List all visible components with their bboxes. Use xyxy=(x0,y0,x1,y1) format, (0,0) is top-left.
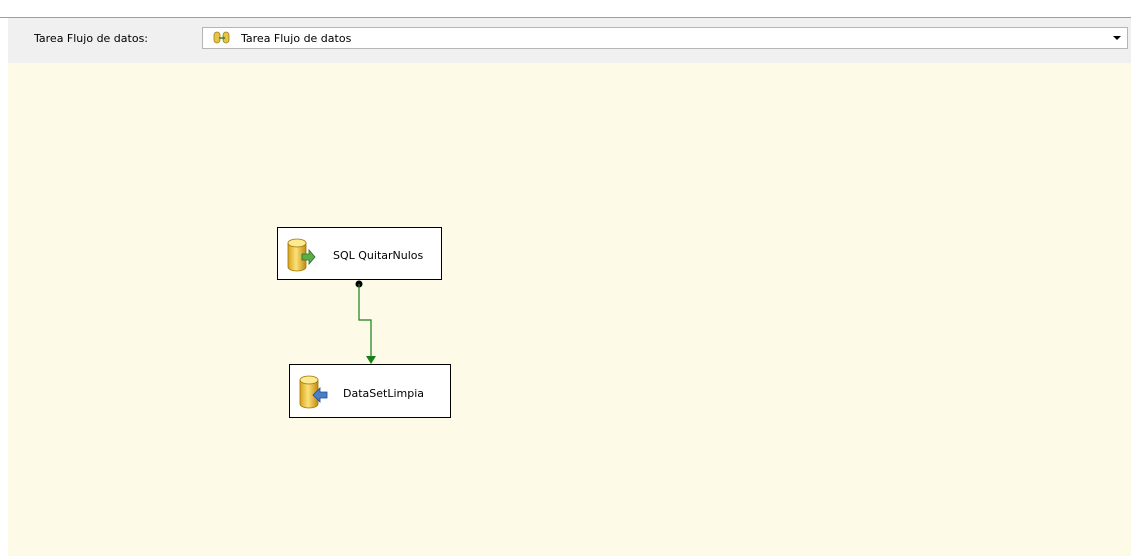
dropdown-arrow-icon[interactable] xyxy=(1113,36,1121,40)
task-selector-dropdown[interactable]: Tarea Flujo de datos xyxy=(202,27,1128,49)
ole-db-destination-icon xyxy=(299,375,328,409)
node-label: SQL QuitarNulos xyxy=(333,249,424,262)
destination-component-datasetlimpia[interactable]: DataSetLimpia xyxy=(289,364,451,418)
window-top-bar xyxy=(0,0,1131,18)
task-selector-label: Tarea Flujo de datos: xyxy=(34,32,149,45)
source-component-sql-quitarnulos[interactable]: SQL QuitarNulos xyxy=(277,227,442,280)
node-label: DataSetLimpia xyxy=(343,387,425,400)
task-toolbar: Tarea Flujo de datos: Tarea Flujo de dat… xyxy=(8,18,1131,63)
path-line[interactable] xyxy=(358,284,372,360)
path-arrow-icon xyxy=(366,356,376,364)
selected-task-text: Tarea Flujo de datos xyxy=(241,32,352,45)
design-canvas[interactable]: SQL QuitarNulos DataSetLimpia xyxy=(8,63,1131,556)
data-flow-task-icon xyxy=(213,31,230,44)
ole-db-source-icon xyxy=(287,238,316,272)
data-flow-path[interactable] xyxy=(8,63,1131,556)
path-start-handle[interactable] xyxy=(355,280,363,288)
